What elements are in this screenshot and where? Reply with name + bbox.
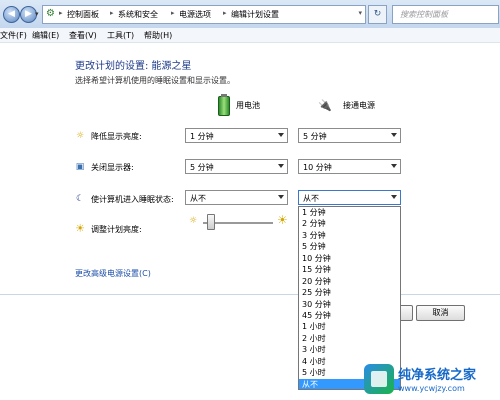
power-plug-icon: 🔌 (318, 99, 332, 112)
menu-help[interactable]: 帮助(H) (144, 30, 172, 41)
menu-bar: 文件(F) 编辑(E) 查看(V) 工具(T) 帮助(H) (0, 28, 500, 43)
dropdown-option[interactable]: 15 分钟 (299, 264, 400, 275)
dropdown-option[interactable]: 20 分钟 (299, 276, 400, 287)
dropdown-option[interactable]: 5 分钟 (299, 241, 400, 252)
menu-edit[interactable]: 编辑(E) (32, 30, 59, 41)
watermark-title: 纯净系统之家 (398, 368, 477, 383)
chevron-down-icon (391, 195, 397, 199)
column-header-plugged: 接通电源 (343, 101, 375, 110)
back-button[interactable]: ◀ (3, 6, 20, 23)
breadcrumb-item-edit-plan[interactable]: 编辑计划设置 (231, 9, 279, 20)
footer-divider (0, 294, 500, 295)
setting-label-brightness: 调整计划亮度: (91, 225, 142, 234)
setting-label-turn-off-display: 关闭显示器: (91, 163, 134, 172)
breadcrumb-separator-icon: ▸ (223, 9, 227, 17)
high-brightness-icon: ☀ (277, 213, 288, 227)
breadcrumb-item-control-panel[interactable]: 控制面板 (67, 9, 99, 20)
select-value: 1 分钟 (190, 132, 214, 141)
chevron-down-icon (278, 133, 284, 137)
dropdown-option[interactable]: 1 分钟 (299, 207, 400, 218)
chevron-down-icon (278, 195, 284, 199)
select-value: 10 分钟 (303, 163, 332, 172)
dropdown-option[interactable]: 3 小时 (299, 344, 400, 355)
refresh-button[interactable]: ↻ (368, 5, 387, 24)
breadcrumb-separator-icon: ▸ (171, 9, 175, 17)
setting-label-sleep: 使计算机进入睡眠状态: (91, 195, 174, 204)
select-value: 5 分钟 (190, 163, 214, 172)
page-title: 更改计划的设置: 能源之星 (75, 61, 192, 72)
dropdown-option[interactable]: 2 分钟 (299, 218, 400, 229)
dim-display-plugged-select[interactable]: 5 分钟 (298, 128, 401, 143)
breadcrumb-dropdown-icon[interactable]: ▾ (358, 9, 362, 17)
control-panel-icon: ⚙ (46, 8, 55, 19)
sleep-moon-icon: ☾ (75, 194, 85, 204)
dropdown-option[interactable]: 10 分钟 (299, 253, 400, 264)
dropdown-option[interactable]: 3 分钟 (299, 230, 400, 241)
select-value: 从不 (190, 194, 206, 203)
breadcrumb-item-power-options[interactable]: 电源选项 (179, 9, 211, 20)
breadcrumb[interactable]: ⚙ ▸ 控制面板 ▸ 系统和安全 ▸ 电源选项 ▸ 编辑计划设置 ▾ (42, 5, 366, 24)
search-input[interactable]: 搜索控制面板 (392, 5, 499, 24)
setting-label-dim-display: 降低显示亮度: (91, 132, 142, 141)
column-header-battery: 用电池 (236, 101, 260, 110)
dropdown-option[interactable]: 25 分钟 (299, 287, 400, 298)
dim-display-battery-select[interactable]: 1 分钟 (185, 128, 288, 143)
cancel-button[interactable]: 取消 (416, 305, 465, 321)
chevron-down-icon (391, 164, 397, 168)
dropdown-option[interactable]: 1 小时 (299, 321, 400, 332)
watermark: 纯净系统之家 www.ycwjzy.com (360, 360, 500, 400)
nav-history-dropdown-icon[interactable]: ▾ (35, 10, 39, 18)
monitor-icon: ▣ (75, 162, 85, 172)
sleep-plugged-select[interactable]: 从不 (298, 190, 401, 205)
dim-brightness-icon: ☼ (75, 131, 85, 141)
select-value: 从不 (303, 193, 319, 204)
brightness-sun-icon: ☀ (75, 222, 85, 235)
chevron-down-icon (391, 133, 397, 137)
advanced-power-settings-link[interactable]: 更改高级电源设置(C) (75, 268, 151, 279)
watermark-url: www.ycwjzy.com (398, 384, 465, 393)
menu-tools[interactable]: 工具(T) (107, 30, 134, 41)
dropdown-option[interactable]: 2 小时 (299, 333, 400, 344)
dropdown-option[interactable]: 45 分钟 (299, 310, 400, 321)
low-brightness-icon: ☼ (189, 216, 198, 226)
menu-file[interactable]: 文件(F) (0, 30, 27, 41)
address-bar: ◀ ▶ ▾ ⚙ ▸ 控制面板 ▸ 系统和安全 ▸ 电源选项 ▸ 编辑计划设置 ▾… (0, 0, 500, 29)
breadcrumb-separator-icon: ▸ (110, 9, 114, 17)
turn-off-display-plugged-select[interactable]: 10 分钟 (298, 159, 401, 174)
breadcrumb-item-system-security[interactable]: 系统和安全 (118, 9, 158, 20)
turn-off-display-battery-select[interactable]: 5 分钟 (185, 159, 288, 174)
select-value: 5 分钟 (303, 132, 327, 141)
sleep-battery-select[interactable]: 从不 (185, 190, 288, 205)
search-placeholder: 搜索控制面板 (400, 10, 448, 19)
watermark-logo-icon (364, 364, 394, 394)
brightness-slider-handle[interactable] (207, 214, 215, 230)
breadcrumb-separator-icon: ▸ (59, 9, 63, 17)
battery-icon (218, 94, 230, 116)
chevron-down-icon (278, 164, 284, 168)
page-subtitle: 选择希望计算机使用的睡眠设置和显示设置。 (75, 76, 235, 85)
menu-view[interactable]: 查看(V) (69, 30, 97, 41)
dropdown-option[interactable]: 30 分钟 (299, 299, 400, 310)
